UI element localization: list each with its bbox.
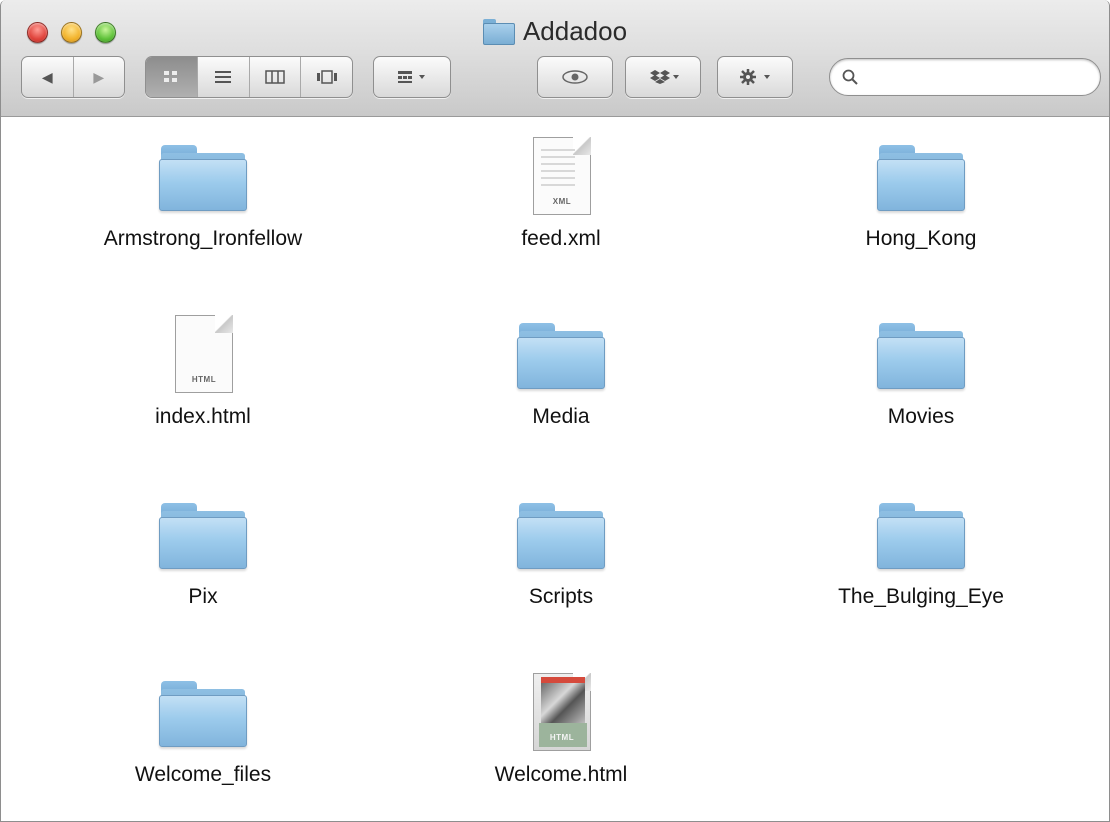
- list-view-button[interactable]: [198, 57, 250, 97]
- search-field[interactable]: [829, 58, 1101, 96]
- back-button[interactable]: ◀: [22, 57, 74, 97]
- file-item[interactable]: Scripts: [431, 493, 691, 609]
- arrange-cell: [374, 57, 450, 97]
- folder-icon: [511, 493, 611, 575]
- dropbox-button[interactable]: [625, 56, 701, 98]
- eye-icon: [562, 70, 588, 84]
- arrange-button[interactable]: [373, 56, 451, 98]
- file-item[interactable]: Media: [431, 313, 691, 429]
- back-forward-control: ◀ ▶: [21, 56, 125, 98]
- file-item[interactable]: Welcome_files: [73, 671, 333, 787]
- icon-view-button[interactable]: [146, 57, 198, 97]
- file-name: Welcome_files: [134, 763, 272, 786]
- search-input[interactable]: [864, 67, 1088, 87]
- folder-icon: [871, 493, 971, 575]
- dropbox-cell: [626, 57, 700, 97]
- search-icon: [842, 69, 858, 85]
- file-name: Armstrong_Ironfellow: [103, 227, 303, 250]
- file-item[interactable]: Armstrong_Ironfellow: [73, 135, 333, 251]
- window-title: Addadoo: [522, 16, 628, 46]
- finder-window: Addadoo ◀ ▶ Armstrong_Ironfellow XML fee…: [0, 0, 1110, 822]
- file-name: Pix: [188, 585, 218, 608]
- html-file-icon: HTML: [153, 313, 253, 395]
- file-name: The_Bulging_Eye: [838, 585, 1004, 608]
- forward-button[interactable]: ▶: [74, 57, 125, 97]
- file-item[interactable]: HTML Welcome.html: [431, 671, 691, 787]
- file-item[interactable]: Hong_Kong: [791, 135, 1051, 251]
- folder-icon: [482, 18, 515, 45]
- icon-view-content: Armstrong_Ironfellow XML feed.xml Hong_K…: [1, 117, 1109, 821]
- quick-look-cell: [538, 57, 612, 97]
- file-name: Media: [532, 405, 590, 428]
- column-view-icon: [265, 70, 285, 84]
- file-name: Movies: [887, 405, 955, 428]
- file-name: Welcome.html: [494, 763, 628, 786]
- action-button[interactable]: [717, 56, 793, 98]
- folder-icon: [153, 135, 253, 217]
- gear-icon: [740, 69, 770, 85]
- arrange-icon: [398, 71, 425, 83]
- toolbar: ◀ ▶: [21, 56, 1101, 98]
- file-item[interactable]: The_Bulging_Eye: [791, 493, 1051, 609]
- view-mode-control: [145, 56, 353, 98]
- folder-icon: [153, 493, 253, 575]
- forward-arrow-icon: ▶: [93, 68, 105, 85]
- action-cell: [718, 57, 792, 97]
- coverflow-view-button[interactable]: [301, 57, 352, 97]
- folder-icon: [511, 313, 611, 395]
- back-arrow-icon: ◀: [41, 68, 53, 85]
- column-view-button[interactable]: [250, 57, 302, 97]
- coverflow-view-icon: [316, 70, 337, 84]
- file-ext: XML: [552, 197, 572, 206]
- list-view-icon: [215, 71, 232, 83]
- file-item[interactable]: Pix: [73, 493, 333, 609]
- folder-icon: [871, 135, 971, 217]
- window-title-area: Addadoo: [1, 16, 1109, 47]
- file-item[interactable]: HTML index.html: [73, 313, 333, 429]
- file-name: Hong_Kong: [865, 227, 977, 250]
- html-thumbnail-icon: HTML: [511, 671, 611, 753]
- quick-look-button[interactable]: [537, 56, 613, 98]
- xml-file-icon: XML: [511, 135, 611, 217]
- file-ext: HTML: [549, 733, 575, 742]
- folder-icon: [153, 671, 253, 753]
- file-name: Scripts: [528, 585, 594, 608]
- file-item[interactable]: XML feed.xml: [431, 135, 691, 251]
- folder-icon: [871, 313, 971, 395]
- file-name: index.html: [155, 405, 251, 428]
- icon-view-icon: [164, 71, 178, 82]
- file-item[interactable]: Movies: [791, 313, 1051, 429]
- file-ext: HTML: [191, 375, 217, 384]
- titlebar: Addadoo ◀ ▶: [1, 0, 1109, 117]
- dropbox-icon: [650, 70, 679, 84]
- file-name: feed.xml: [521, 227, 601, 250]
